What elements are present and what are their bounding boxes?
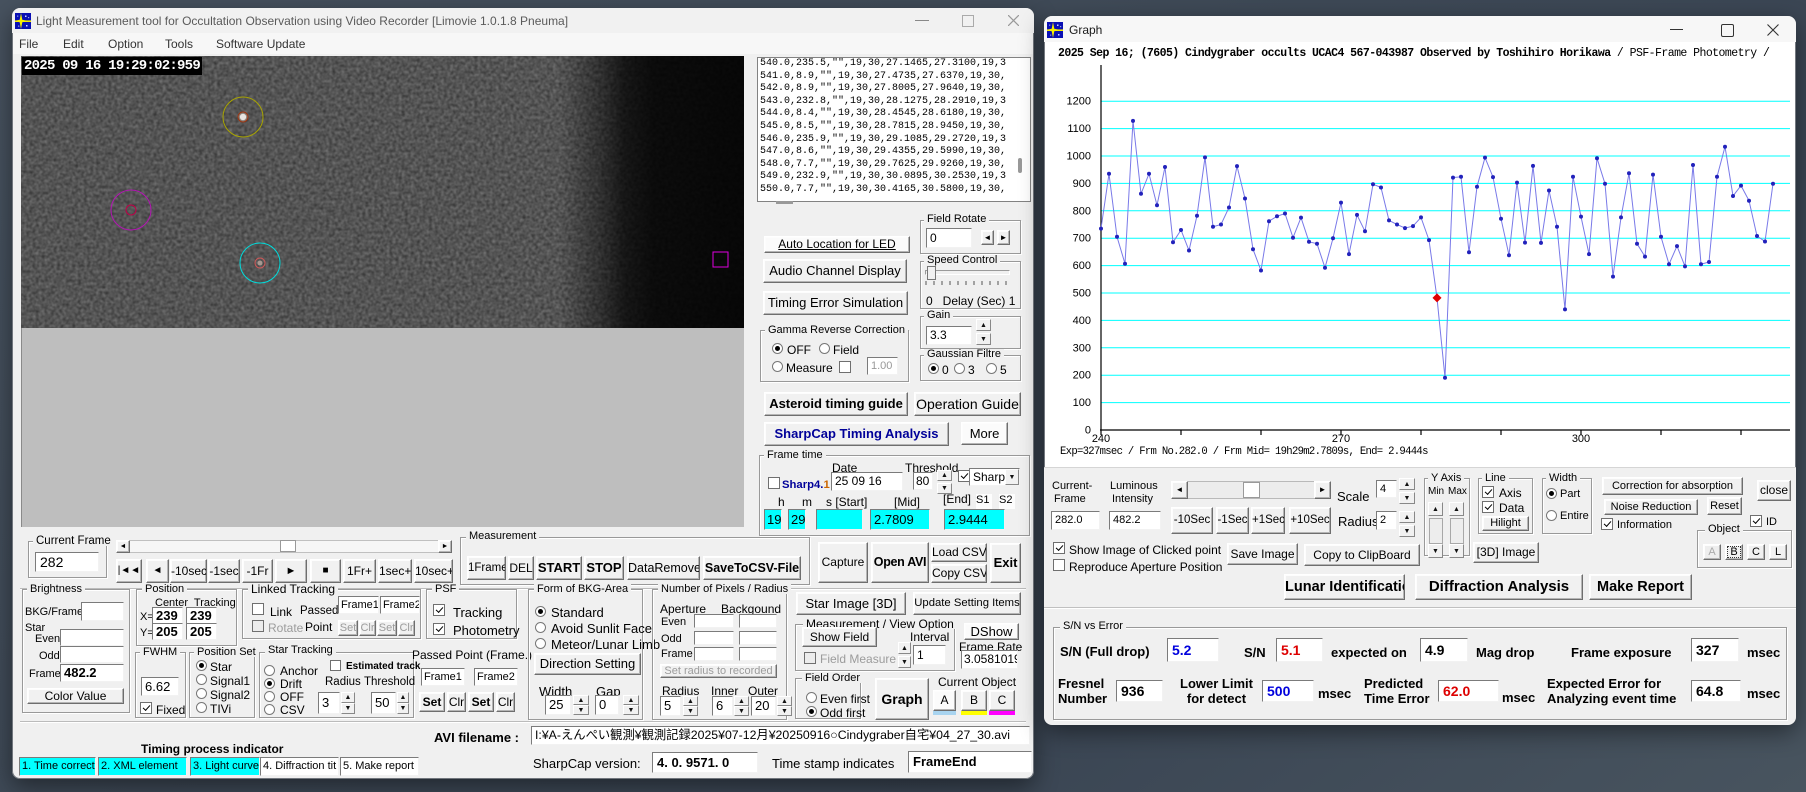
svg-text:240: 240 (1092, 433, 1110, 445)
svg-text:270: 270 (1332, 433, 1350, 445)
svg-text:500: 500 (1073, 288, 1091, 300)
svg-text:1000: 1000 (1067, 151, 1091, 163)
svg-text:100: 100 (1073, 397, 1091, 409)
svg-text:300: 300 (1572, 433, 1590, 445)
svg-text:900: 900 (1073, 178, 1091, 190)
svg-text:0: 0 (1085, 425, 1091, 437)
svg-text:400: 400 (1073, 315, 1091, 327)
svg-text:300: 300 (1073, 342, 1091, 354)
svg-text:700: 700 (1073, 233, 1091, 245)
svg-text:200: 200 (1073, 370, 1091, 382)
svg-text:1200: 1200 (1067, 96, 1091, 108)
svg-text:800: 800 (1073, 205, 1091, 217)
svg-text:1100: 1100 (1067, 123, 1091, 135)
svg-text:600: 600 (1073, 260, 1091, 272)
